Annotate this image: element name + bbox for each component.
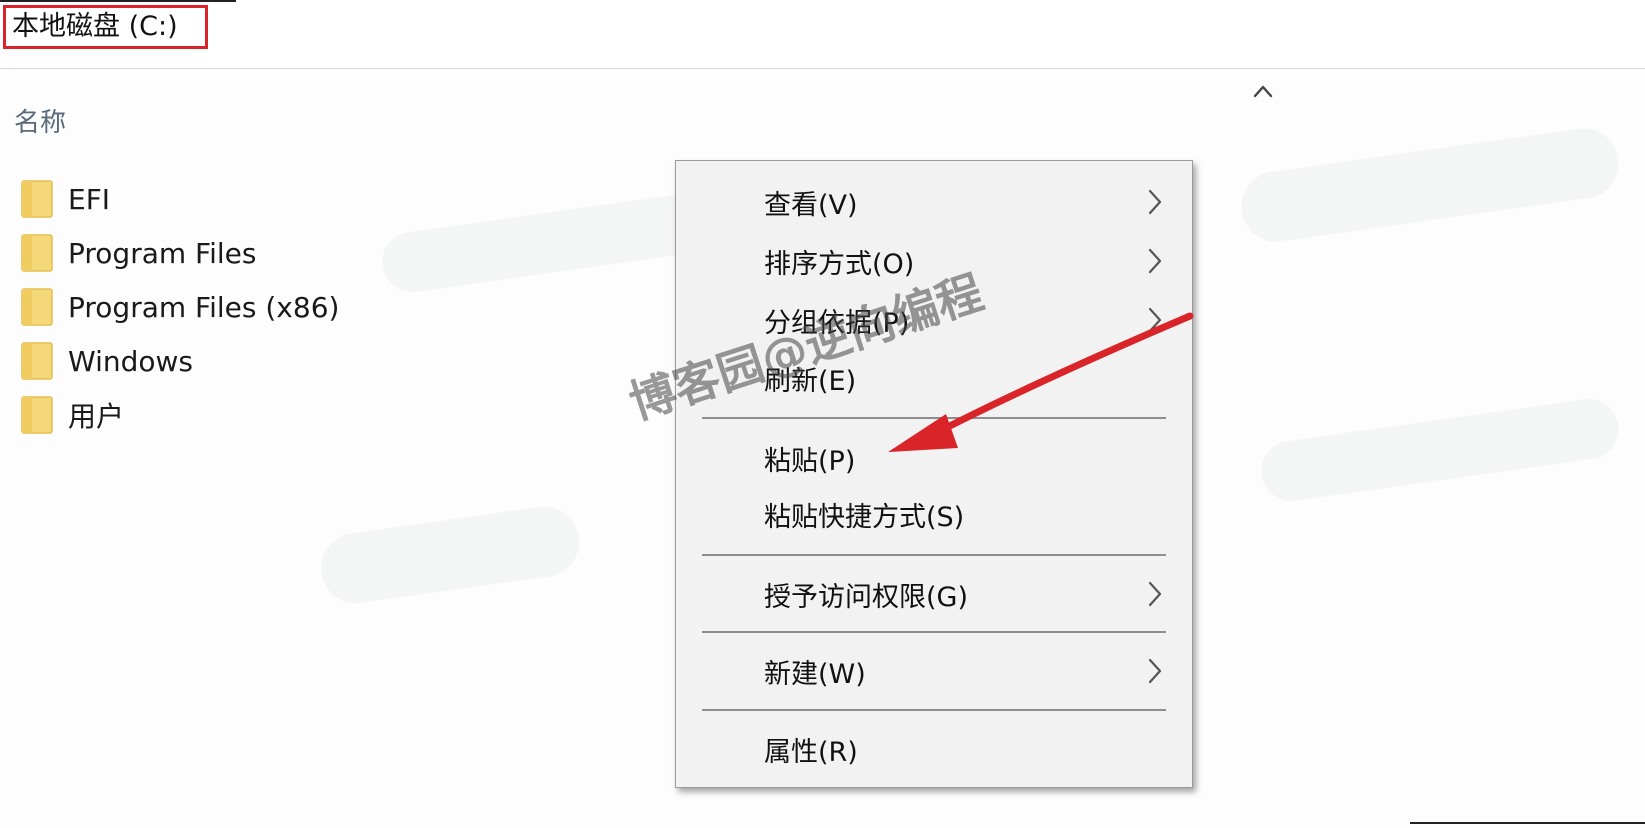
column-header-name[interactable]: 名称	[14, 102, 66, 139]
chevron-right-icon	[1148, 248, 1162, 274]
menu-item-refresh[interactable]: 刷新(E)	[676, 351, 1192, 405]
menu-item-give-access[interactable]: 授予访问权限(G)	[676, 567, 1192, 621]
chevron-up-icon[interactable]	[1252, 82, 1274, 100]
chevron-right-icon	[1148, 189, 1162, 215]
menu-item-label: 授予访问权限(G)	[764, 581, 968, 613]
file-name: 用户	[68, 400, 125, 433]
menu-item-label: 粘贴(P)	[764, 445, 856, 477]
menu-item-label: 粘贴快捷方式(S)	[764, 501, 965, 533]
menu-item-label: 刷新(E)	[764, 365, 857, 397]
file-name: EFI	[68, 182, 111, 216]
address-bar-top-line	[0, 0, 236, 2]
bottom-right-line	[1410, 822, 1645, 824]
folder-icon	[21, 234, 53, 272]
file-name: Program Files	[68, 236, 257, 270]
menu-separator	[702, 417, 1166, 419]
explorer-window: 本地磁盘 (C:) 名称 EFI Program Files Program F…	[0, 0, 1645, 828]
menu-separator	[702, 709, 1166, 711]
folder-icon	[21, 342, 53, 380]
file-name: Windows	[68, 344, 193, 378]
menu-item-paste-shortcut[interactable]: 粘贴快捷方式(S)	[676, 487, 1192, 541]
menu-item-properties[interactable]: 属性(R)	[676, 722, 1192, 776]
menu-item-view[interactable]: 查看(V)	[676, 175, 1192, 229]
folder-icon	[21, 288, 53, 326]
background-texture	[1257, 395, 1623, 505]
chevron-right-icon	[1148, 307, 1162, 333]
background-texture	[316, 502, 584, 608]
folder-icon	[21, 180, 53, 218]
menu-item-label: 新建(W)	[764, 658, 866, 690]
menu-item-label: 排序方式(O)	[764, 248, 915, 280]
menu-item-group-by[interactable]: 分组依据(P)	[676, 293, 1192, 347]
chevron-right-icon	[1148, 581, 1162, 607]
menu-item-paste[interactable]: 粘贴(P)	[676, 431, 1192, 485]
file-item-windows[interactable]: Windows	[20, 334, 339, 388]
breadcrumb-local-disk-c[interactable]: 本地磁盘 (C:)	[3, 5, 208, 49]
menu-separator	[702, 631, 1166, 633]
file-item-users[interactable]: 用户	[20, 388, 339, 442]
file-list: EFI Program Files Program Files (x86) Wi…	[20, 172, 339, 442]
menu-separator	[702, 554, 1166, 556]
file-name: Program Files (x86)	[68, 290, 340, 324]
file-item-program-files-x86[interactable]: Program Files (x86)	[20, 280, 339, 334]
file-item-efi[interactable]: EFI	[20, 172, 339, 226]
file-item-program-files[interactable]: Program Files	[20, 226, 339, 280]
context-menu: 查看(V) 排序方式(O) 分组依据(P) 刷新(E) 粘贴(P) 粘贴快捷方式	[675, 160, 1193, 788]
address-bar: 本地磁盘 (C:)	[0, 0, 1645, 69]
menu-item-label: 分组依据(P)	[764, 307, 910, 339]
chevron-right-icon	[1148, 658, 1162, 684]
background-texture	[1236, 123, 1624, 247]
menu-item-sort-by[interactable]: 排序方式(O)	[676, 234, 1192, 288]
menu-item-label: 查看(V)	[764, 189, 858, 221]
menu-item-new[interactable]: 新建(W)	[676, 644, 1192, 698]
menu-item-label: 属性(R)	[764, 736, 858, 768]
folder-icon	[21, 396, 53, 434]
